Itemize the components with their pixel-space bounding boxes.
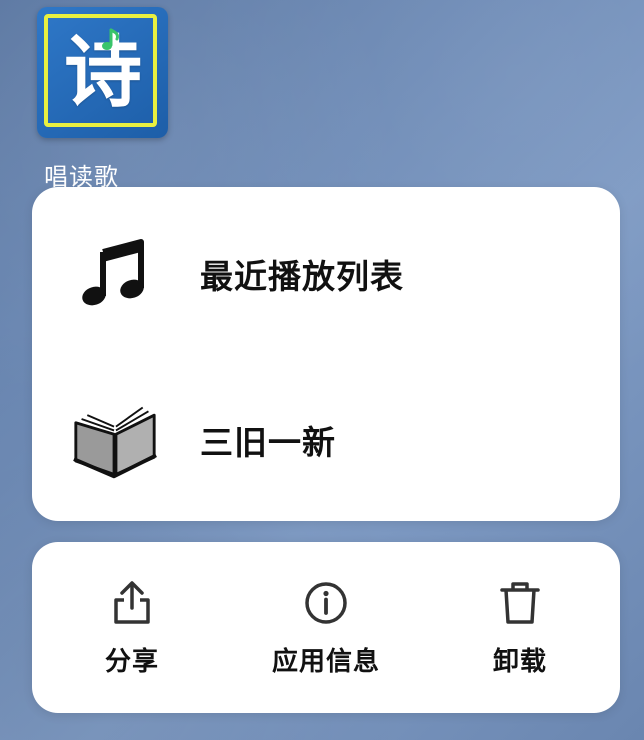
music-note-icon [102, 28, 119, 50]
app-info-button[interactable]: 应用信息 [246, 542, 406, 713]
app-actions-menu: 分享 应用信息 卸载 [32, 542, 620, 713]
trash-icon [495, 578, 545, 628]
app-icon[interactable]: 诗 [37, 7, 168, 138]
shortcut-label: 三旧一新 [200, 423, 336, 462]
shortcut-three-old-one-new[interactable]: 三旧一新 [32, 370, 620, 510]
shortcut-label: 最近播放列表 [200, 257, 404, 296]
uninstall-button[interactable]: 卸载 [460, 542, 580, 713]
shortcuts-menu: 最近播放列表 三旧一新 [32, 187, 620, 521]
share-icon [107, 578, 157, 628]
info-icon [301, 578, 351, 628]
open-book-icon [72, 397, 158, 483]
music-note-icon [72, 231, 158, 317]
shortcut-recent-playlist[interactable]: 最近播放列表 [32, 204, 620, 344]
app-info-label: 应用信息 [271, 647, 380, 677]
uninstall-label: 卸载 [492, 647, 547, 677]
share-button[interactable]: 分享 [72, 542, 192, 713]
share-label: 分享 [104, 647, 159, 677]
